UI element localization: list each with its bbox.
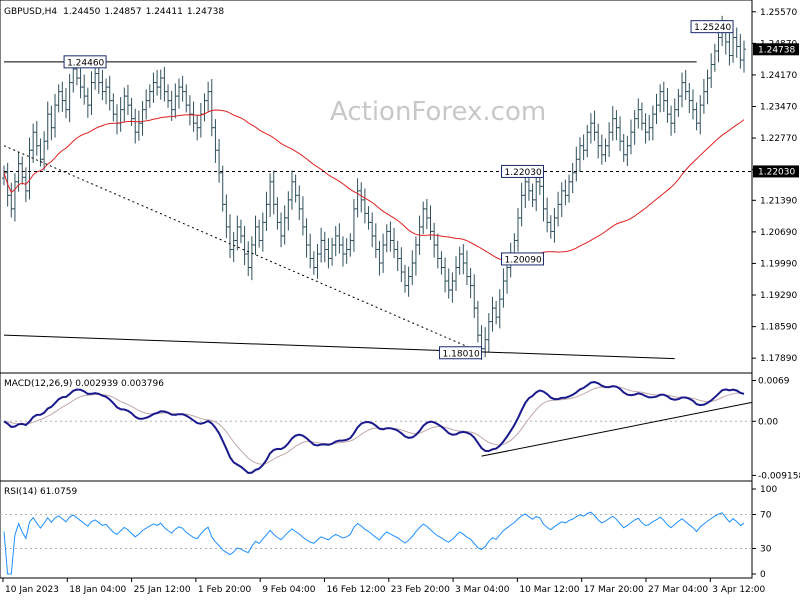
instrument-label: GBPUSD,H4 [4, 7, 57, 17]
rsi-tick-label: 0 [760, 570, 766, 580]
macd-tick-label: 0.0069 [758, 377, 790, 387]
price-tick-label: 1.18590 [760, 323, 797, 333]
price-tick-label: 1.23470 [760, 102, 797, 112]
macd-tick-label: 0.00 [758, 417, 778, 427]
macd-tick-label: -0.009158 [758, 471, 800, 481]
ohlc-open: 1.24450 [63, 7, 100, 17]
price-tick-label: 1.17890 [760, 354, 797, 364]
rsi-tick-label: 70 [760, 511, 772, 521]
level-price-label: 1.22030 [758, 167, 795, 177]
time-tick-label: 1 Feb 20:00 [198, 585, 252, 595]
time-tick-label: 17 Mar 20:00 [584, 585, 644, 595]
ohlc-close: 1.24738 [187, 7, 224, 17]
annotation-label: 1.20090 [505, 255, 542, 265]
time-tick-label: 27 Mar 04:00 [648, 585, 708, 595]
price-tick-label: 1.20690 [760, 228, 797, 238]
price-annotation: 1.22030 [501, 164, 545, 178]
rsi-tick-label: 100 [760, 485, 777, 495]
ohlc-high: 1.24857 [104, 7, 141, 17]
annotation-label: 1.18010 [443, 349, 480, 359]
time-tick-label: 3 Mar 04:00 [455, 585, 510, 595]
annotation-label: 1.22030 [505, 168, 542, 178]
price-tick-label: 1.19290 [760, 291, 797, 301]
price-annotation: 1.20090 [501, 252, 545, 266]
rsi-tick-label: 30 [760, 545, 772, 555]
price-annotation: 1.25240 [690, 20, 734, 34]
chart-window: ActionForex.com 1.24460 1.22030 1.20090 1.1… [0, 0, 800, 600]
chart-canvas: ActionForex.com 1.24460 1.22030 1.20090 1.1… [0, 0, 800, 595]
ohlc-low: 1.24411 [146, 7, 183, 17]
time-tick-label: 3 Apr 12:00 [712, 585, 765, 595]
annotation-label: 1.24460 [67, 58, 104, 68]
time-tick-label: 16 Feb 12:00 [327, 585, 386, 595]
annotation-label: 1.25240 [694, 23, 731, 33]
price-panel [0, 0, 753, 374]
price-tick-label: 1.22770 [760, 134, 797, 144]
macd-panel-title: MACD(12,26,9) 0.002939 0.003796 [4, 379, 164, 389]
last-price-label: 1.24738 [758, 45, 795, 55]
price-annotation: 1.18010 [439, 346, 483, 360]
price-panel-title: GBPUSD,H4 1.24450 1.24857 1.24411 1.24738 [4, 7, 224, 17]
price-tick-label: 1.21390 [760, 196, 797, 206]
time-tick-label: 10 Mar 12:00 [519, 585, 579, 595]
price-tick-label: 1.24170 [760, 71, 797, 81]
time-tick-label: 9 Feb 04:00 [262, 585, 316, 595]
time-tick-label: 25 Jan 12:00 [134, 585, 191, 595]
price-annotation: 1.24460 [63, 55, 107, 69]
time-tick-label: 10 Jan 2023 [5, 585, 59, 595]
time-tick-label: 18 Jan 04:00 [69, 585, 126, 595]
watermark: ActionForex.com [330, 97, 546, 127]
price-tick-label: 1.19990 [760, 259, 797, 269]
rsi-panel-title: RSI(14) 61.0759 [4, 487, 77, 497]
price-tick-label: 1.25570 [760, 8, 797, 18]
time-tick-label: 23 Feb 20:00 [391, 585, 450, 595]
rsi-panel [0, 480, 753, 579]
